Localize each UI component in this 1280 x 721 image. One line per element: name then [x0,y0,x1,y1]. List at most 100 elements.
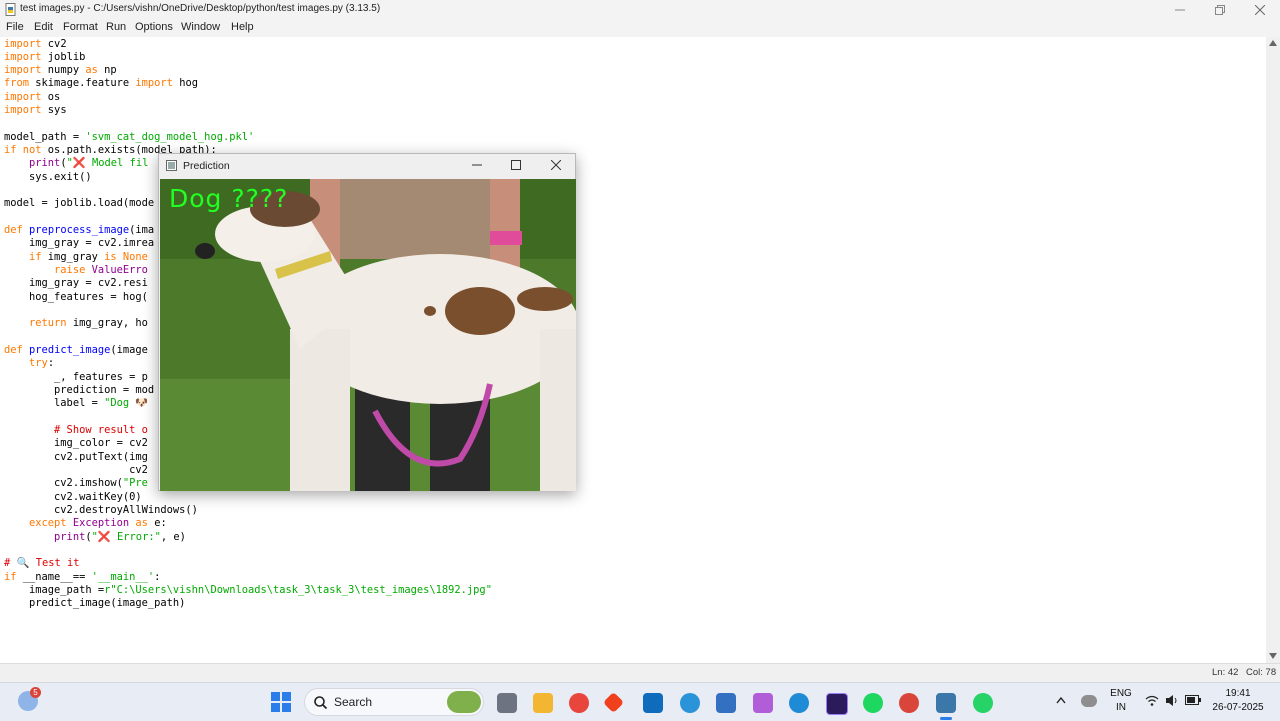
battery-icon[interactable] [1185,695,1201,705]
code-line: from skimage.feature import hog [4,77,198,89]
start-icon[interactable] [271,692,291,712]
close-button[interactable] [1240,0,1280,20]
code-line: _, features = p [4,371,148,383]
window-icon [166,160,177,171]
code-line: prediction = mod [4,384,155,396]
code-line: return img_gray, ho [29,317,148,329]
menu-window[interactable]: Window [181,21,220,33]
status-line: Ln: 42 [1212,667,1239,678]
spotify-icon[interactable] [863,693,883,713]
language-indicator[interactable]: ENG [1106,688,1136,699]
close-icon [1255,5,1265,15]
code-line: import sys [4,104,67,116]
task-view-icon[interactable] [497,693,517,713]
scroll-down-icon[interactable] [1269,653,1277,659]
prediction-window-title: Prediction [183,160,230,172]
volume-icon[interactable] [1165,694,1179,707]
minimize-icon [1175,9,1185,11]
scroll-up-icon[interactable] [1269,40,1277,46]
python-file-icon [5,3,16,16]
clock-date[interactable]: 26-07-2025 [1208,702,1268,713]
code-line: img_gray = cv2.imrea [4,237,155,249]
code-line: label = "Dog 🐶 [4,397,149,409]
status-col: Col: 78 [1246,667,1277,678]
code-line: # 🔍 Test it [4,557,80,569]
code-line: raise ValueErro [54,264,148,276]
notification-badge: 5 [30,687,41,698]
code-line: sys.exit() [4,171,92,183]
region-indicator: IN [1116,702,1126,713]
outlook-icon[interactable] [643,693,663,713]
wifi-icon[interactable] [1145,695,1159,706]
code-line: cv2.putText(img [4,451,148,463]
premiere-pro-icon[interactable] [826,693,848,715]
file-explorer-icon[interactable] [533,693,553,713]
anydesk-icon[interactable] [602,691,625,714]
code-line: hog_features = hog( [4,291,148,303]
prediction-window[interactable]: Prediction Dog ???? [158,153,576,491]
prediction-minimize-button[interactable] [469,157,485,173]
code-line: # Show result o [54,424,148,436]
minimize-icon [472,164,482,166]
idle-icon[interactable] [936,693,956,713]
code-line: img_color = cv2 [4,437,148,449]
code-line: cv2 [4,464,148,476]
chrome-profile-icon[interactable] [899,693,919,713]
code-line: def predict_image(image [4,344,148,356]
code-line: def preprocess_image(ima [4,224,155,236]
dog-photo: Dog ???? [160,179,576,491]
menu-bar: File Edit Format Run Options Window Help [0,20,1280,38]
dog-photo-illustration [160,179,576,491]
code-line: cv2.waitKey(0) [4,491,142,503]
copilot-icon[interactable] [753,693,773,713]
clock-time[interactable]: 19:41 [1208,688,1268,699]
prediction-label: Dog ???? [169,184,289,213]
search-placeholder: Search [334,695,373,709]
window-title: test images.py - C:/Users/vishn/OneDrive… [20,3,381,14]
code-line: model = joblib.load(mode [4,197,155,209]
code-line: img_gray = cv2.resi [4,277,148,289]
code-line: image_path =r"C:\Users\vishn\Downloads\t… [4,584,492,596]
menu-format[interactable]: Format [63,21,98,33]
chrome-icon[interactable] [569,693,589,713]
chevron-up-icon[interactable] [1056,696,1066,704]
code-line: import os [4,91,61,103]
code-line: model_path = 'svm_cat_dog_model_hog.pkl' [4,131,255,143]
code-line: if __name__== '__main__': [4,571,161,583]
code-line: if img_gray is None [29,251,148,263]
maximize-icon [511,160,521,170]
title-bar: test images.py - C:/Users/vishn/OneDrive… [0,0,1280,20]
onedrive-icon[interactable] [1081,695,1097,707]
code-line: except Exception as e: [29,517,167,529]
code-line: predict_image(image_path) [4,597,186,609]
code-line: try: [29,357,55,369]
taskbar: 5 Search ENG IN 19:41 26-07-2025 [0,682,1280,721]
prediction-close-button[interactable] [548,157,564,173]
menu-edit[interactable]: Edit [34,21,53,33]
code-line: import numpy as np [4,64,117,76]
menu-help[interactable]: Help [231,21,254,33]
search-box[interactable]: Search [304,688,484,716]
menu-file[interactable]: File [6,21,24,33]
code-line: import cv2 [4,38,67,50]
store-icon[interactable] [716,693,736,713]
code-line: cv2.destroyAllWindows() [4,504,198,516]
minimize-button[interactable] [1160,0,1200,20]
code-line: print("❌ Model fil [29,157,149,169]
code-line: cv2.imshow("Pre [4,477,148,489]
help-icon[interactable] [680,693,700,713]
menu-run[interactable]: Run [106,21,126,33]
whatsapp-icon[interactable] [973,693,993,713]
restore-icon [1215,5,1225,15]
status-bar: Ln: 42 Col: 78 [0,664,1280,682]
vertical-scrollbar[interactable] [1266,37,1280,663]
restore-button[interactable] [1200,0,1240,20]
search-icon [314,696,327,709]
edge-icon[interactable] [789,693,809,713]
search-highlight-image [447,691,481,713]
code-line: print("❌ Error:", e) [54,531,186,543]
code-line: import joblib [4,51,86,63]
close-icon [551,160,561,170]
menu-options[interactable]: Options [135,21,173,33]
prediction-maximize-button[interactable] [508,157,524,173]
